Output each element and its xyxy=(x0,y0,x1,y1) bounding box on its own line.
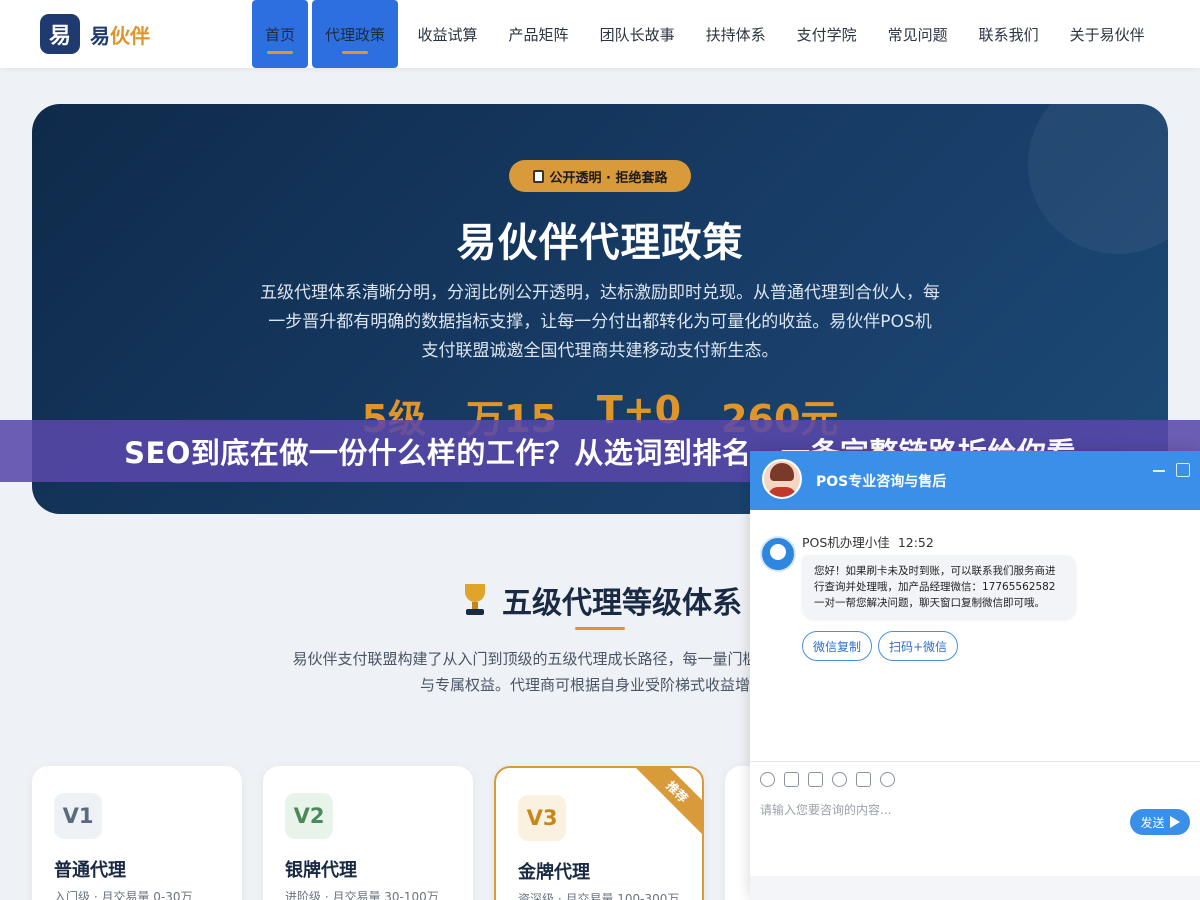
chat-toolbar xyxy=(750,761,1200,797)
hero-badge-text: 公开透明 · 拒绝套路 xyxy=(549,170,668,186)
scan-wechat-button[interactable]: 扫码+微信 xyxy=(878,631,959,661)
rating-icon[interactable] xyxy=(832,772,847,787)
nav-item-team-stories[interactable]: 团队长故事 xyxy=(584,0,690,68)
copy-wechat-button[interactable]: 微信复制 xyxy=(802,631,873,661)
nav-item-academy[interactable]: 支付学院 xyxy=(781,0,872,68)
emoji-icon[interactable] xyxy=(760,772,775,787)
image-icon[interactable] xyxy=(784,772,799,787)
send-label: 发送 xyxy=(1140,815,1165,830)
level-badge: V1 xyxy=(54,793,102,839)
screenshot-icon[interactable] xyxy=(808,772,823,787)
top-navbar: 易 易伙伴 首页 代理政策 收益试算 产品矩阵 团队长故事 扶持体系 支付学院 … xyxy=(0,0,1200,68)
hero-description: 五级代理体系清晰分明，分润比例公开透明，达标激励即时兑现。从普通代理到合伙人，每… xyxy=(260,283,940,361)
send-arrow-icon xyxy=(1169,816,1180,828)
agent-meta: POS机办理小佳 12:52 xyxy=(802,532,934,551)
level-badge: V2 xyxy=(285,793,333,839)
logo-text: 易伙伴 xyxy=(90,20,150,49)
minimize-icon[interactable] xyxy=(1152,463,1166,477)
nav-item-income-calc[interactable]: 收益试算 xyxy=(402,0,493,68)
level-name: 普通代理 xyxy=(54,860,126,881)
chat-header: POS专业咨询与售后 xyxy=(750,451,1200,510)
chat-widget: POS专业咨询与售后 POS机办理小佳 12:52 您好！如果刷卡未及时到账，可以… xyxy=(750,451,1200,900)
clipboard-icon xyxy=(532,169,544,183)
chat-message-bubble: 您好！如果刷卡未及时到账，可以联系我们服务商进行查询并处理哦，加产品经理微信：1… xyxy=(802,555,1076,619)
level-desc: 资深级 · 月交易量 100-300万 xyxy=(518,892,680,900)
trophy-icon xyxy=(460,584,490,616)
logo-text-accent: 伙伴 xyxy=(110,23,150,48)
logo-text-main: 易 xyxy=(90,23,110,48)
agent-avatar xyxy=(760,536,796,572)
site-logo[interactable]: 易 易伙伴 xyxy=(40,14,150,54)
nav-item-home[interactable]: 首页 xyxy=(252,0,309,68)
chat-input[interactable]: 请输入您要咨询的内容... xyxy=(760,801,891,818)
maximize-icon[interactable] xyxy=(1176,463,1190,477)
nav-item-about[interactable]: 关于易伙伴 xyxy=(1054,0,1160,68)
chat-footer xyxy=(750,876,1200,900)
level-name: 金牌代理 xyxy=(518,862,590,883)
level-name: 银牌代理 xyxy=(285,860,357,881)
consultant-avatar xyxy=(762,459,802,499)
level-badge: V3 xyxy=(518,795,566,841)
level-desc: 进阶级 · 月交易量 30-100万 xyxy=(285,890,439,900)
section-title-text: 五级代理等级体系 xyxy=(502,586,742,621)
hero-badge: 公开透明 · 拒绝套路 xyxy=(509,160,691,192)
nav-item-agent-policy[interactable]: 代理政策 xyxy=(312,0,399,68)
nav-item-contact[interactable]: 联系我们 xyxy=(963,0,1054,68)
level-card-v1[interactable]: V1 普通代理 入门级 · 月交易量 0-30万 xyxy=(32,766,242,900)
message-time: 12:52 xyxy=(897,535,934,550)
send-button[interactable]: 发送 xyxy=(1130,809,1190,835)
hero-title: 易伙伴代理政策 xyxy=(456,220,744,266)
level-desc: 入门级 · 月交易量 0-30万 xyxy=(54,890,193,900)
section-title: 五级代理等级体系 xyxy=(460,578,742,622)
nav-item-products[interactable]: 产品矩阵 xyxy=(493,0,584,68)
nav-item-faq[interactable]: 常见问题 xyxy=(872,0,963,68)
chat-title: POS专业咨询与售后 xyxy=(816,474,947,490)
section-underline xyxy=(575,627,625,630)
nav-item-support[interactable]: 扶持体系 xyxy=(690,0,781,68)
level-card-v3[interactable]: 推荐 V3 金牌代理 资深级 · 月交易量 100-300万 xyxy=(494,766,704,900)
wechat-icon[interactable] xyxy=(880,772,895,787)
level-card-v2[interactable]: V2 银牌代理 进阶级 · 月交易量 30-100万 xyxy=(263,766,473,900)
agent-name: POS机办理小佳 xyxy=(802,535,890,550)
voice-icon[interactable] xyxy=(856,772,871,787)
recommend-ribbon: 推荐 xyxy=(629,768,702,840)
nav-menu: 首页 代理政策 收益试算 产品矩阵 团队长故事 扶持体系 支付学院 常见问题 联… xyxy=(252,0,1160,68)
logo-mark: 易 xyxy=(40,14,80,54)
